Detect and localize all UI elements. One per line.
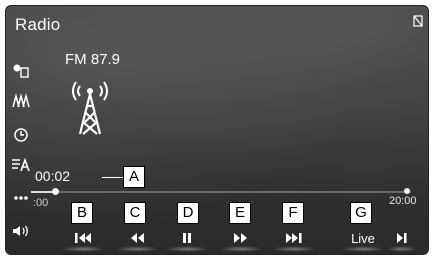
skip-forward-button[interactable]	[272, 221, 316, 255]
live-label: Live	[351, 230, 375, 246]
callout-c: C	[124, 202, 146, 224]
fast-forward-icon	[234, 233, 247, 243]
elapsed-time: 00:02	[35, 168, 71, 184]
progress-handle[interactable]	[52, 188, 59, 195]
station-list-icon[interactable]	[11, 93, 31, 109]
pause-icon	[183, 233, 191, 243]
skip-forward-icon	[286, 233, 302, 243]
callout-d: D	[177, 202, 199, 224]
callout-a: A	[123, 166, 145, 188]
callout-e: E	[229, 202, 251, 224]
callout-b: B	[71, 202, 93, 224]
station-frequency: FM 87.9	[65, 51, 121, 68]
rewind-icon	[131, 233, 144, 243]
timeline-start-label: :00	[33, 197, 49, 209]
timeline-end-label: 20:00	[389, 195, 417, 207]
skip-back-button[interactable]	[61, 221, 105, 255]
playback-controls: Live	[5, 221, 429, 255]
radio-tower-icon	[72, 81, 108, 135]
progress-track[interactable]	[31, 191, 411, 193]
source-icon[interactable]	[11, 62, 31, 78]
live-button[interactable]: Live	[341, 221, 385, 255]
jump-to-live-button[interactable]	[387, 221, 417, 255]
rewind-button[interactable]	[115, 221, 159, 255]
radio-screen: Radio FM 87.9 00:02 :00 20:00 Live A B C…	[5, 5, 429, 255]
text-info-icon[interactable]	[11, 157, 31, 173]
more-icon[interactable]	[11, 190, 31, 206]
screen-title: Radio	[15, 15, 61, 34]
history-icon[interactable]	[11, 127, 31, 143]
live-position-marker	[404, 188, 410, 194]
jump-to-live-icon	[397, 233, 407, 243]
pause-button[interactable]	[165, 221, 209, 255]
fast-forward-button[interactable]	[219, 221, 263, 255]
skip-back-icon	[75, 233, 91, 243]
no-signal-icon	[413, 15, 423, 27]
callout-g: G	[350, 202, 372, 224]
callout-f: F	[282, 202, 304, 224]
